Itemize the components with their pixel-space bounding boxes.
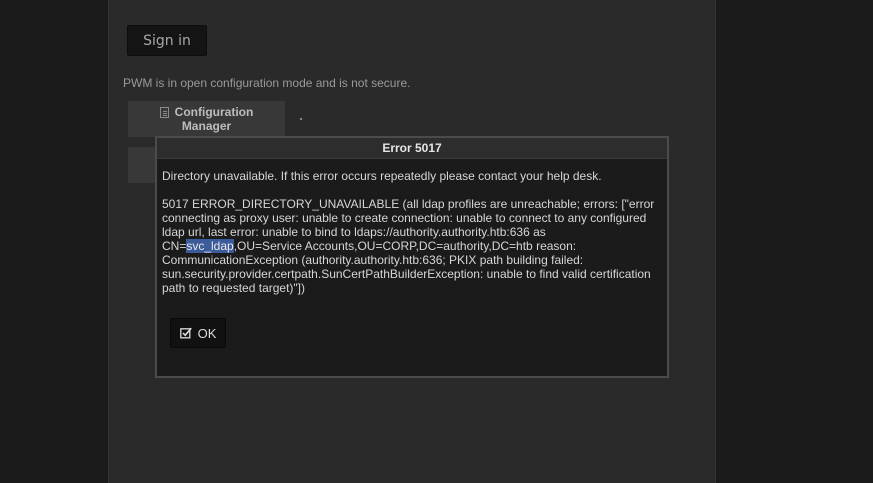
check-square-icon [179, 327, 192, 339]
selected-text-highlight: svc_ldap [186, 239, 234, 253]
error-dialog: Error 5017 Directory unavailable. If thi… [155, 136, 669, 378]
error-detail-text-rest: ,OU=Service Accounts,OU=CORP,DC=authorit… [162, 239, 651, 295]
ok-button[interactable]: OK [170, 318, 226, 348]
error-detail: 5017 ERROR_DIRECTORY_UNAVAILABLE (all ld… [162, 197, 661, 295]
modal-overlay: Error 5017 Directory unavailable. If thi… [0, 0, 873, 483]
error-message: Directory unavailable. If this error occ… [162, 169, 602, 183]
dialog-title: Error 5017 [157, 138, 667, 159]
ok-label: OK [197, 325, 217, 341]
dialog-body: Directory unavailable. If this error occ… [157, 159, 667, 295]
